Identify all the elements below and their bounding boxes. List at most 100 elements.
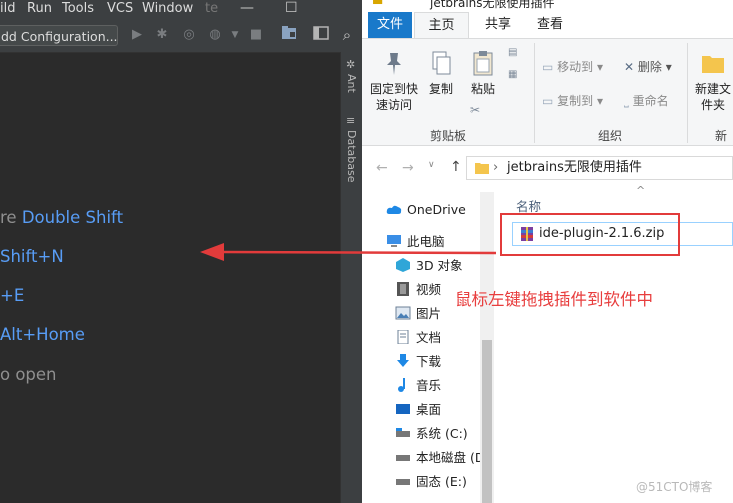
coverage-icon[interactable]: ◎ <box>180 26 198 44</box>
recent-locations-chevron-icon[interactable]: ∨ <box>428 160 435 170</box>
tool-tab-database[interactable]: Database <box>345 130 358 183</box>
navigation-pane: OneDrive 此电脑 3D 对象 视频 图片 文档 下载 音乐 桌面 系统 … <box>362 192 484 503</box>
menu-tools[interactable]: Tools <box>62 0 94 17</box>
drive-icon <box>396 428 410 437</box>
highlight-box <box>500 213 680 256</box>
hint-go-to-file: Shift+N <box>0 247 64 266</box>
move-icon: ▭ <box>542 60 554 74</box>
cloud-icon <box>386 205 402 214</box>
chevron-down-icon[interactable]: ▼ <box>226 26 244 44</box>
nav-onedrive[interactable]: OneDrive <box>386 200 466 220</box>
shortcut-key: Alt+Home <box>0 325 85 344</box>
ant-icon: ✲ <box>346 58 356 71</box>
new-folder-icon <box>702 56 724 73</box>
sort-chevron-icon: ^ <box>636 184 646 197</box>
nav-drive-c[interactable]: 系统 (C:) <box>395 424 468 444</box>
delete-button[interactable]: ✕ 删除 ▾ <box>624 59 672 75</box>
database-icon: ≡ <box>346 114 356 127</box>
shortcut-key: Shift+N <box>0 247 64 266</box>
nav-this-pc[interactable]: 此电脑 <box>386 232 445 252</box>
nav-desktop[interactable]: 桌面 <box>395 400 441 420</box>
breadcrumb-current[interactable]: jetbrains无限使用插件 <box>507 157 642 179</box>
nav-documents[interactable]: 文档 <box>395 328 441 348</box>
move-to-label: 移动到 <box>557 60 594 74</box>
watermark: @51CTO博客 <box>636 480 713 494</box>
welcome-hints: re Double Shift Shift+N +E Alt+Home o op… <box>0 52 340 503</box>
debug-icon[interactable]: ✱ <box>153 26 171 44</box>
rename-button[interactable]: ⎵ 重命名 <box>624 93 669 109</box>
shortcut-key: Double Shift <box>21 208 124 227</box>
nav-label: 文档 <box>416 330 442 345</box>
copy-icon <box>432 51 451 75</box>
stop-icon[interactable]: ■ <box>247 26 265 44</box>
copy-to-button[interactable]: ▭ 复制到 ▾ <box>542 93 603 109</box>
document-icon <box>397 330 409 344</box>
ribbon-separator <box>687 43 688 143</box>
ribbon-tabs: 文件 主页 共享 查看 <box>362 12 733 38</box>
folder-icon <box>475 163 489 174</box>
scrollbar-thumb[interactable] <box>482 340 492 503</box>
nav-music[interactable]: 音乐 <box>395 376 441 396</box>
tool-tab-ant[interactable]: Ant <box>345 74 358 93</box>
nav-label: 桌面 <box>416 402 442 417</box>
nav-label: 本地磁盘 (D <box>416 450 485 465</box>
cut-icon[interactable]: ✂ <box>470 103 480 117</box>
menu-vcs[interactable]: VCS <box>107 0 133 17</box>
window-title: jetbrains无限使用插件 <box>430 0 555 10</box>
shortcut-key: +E <box>0 286 25 305</box>
run-icon[interactable]: ▶ <box>128 26 146 44</box>
ide-toolbar: dd Configuration... ▶ ✱ ◎ ◍ ▼ ■ ⌕ <box>0 20 362 53</box>
nav-videos[interactable]: 视频 <box>395 280 441 300</box>
pin-quick-access-button[interactable]: 固定到快速访问 <box>368 49 420 113</box>
nav-downloads[interactable]: 下载 <box>395 352 441 372</box>
nav-3d-objects[interactable]: 3D 对象 <box>395 256 463 276</box>
menu-window[interactable]: Window <box>142 0 193 17</box>
menu-build[interactable]: ild <box>0 0 15 17</box>
music-note-icon <box>398 378 405 392</box>
drive-icon <box>396 455 410 461</box>
new-folder-button[interactable]: 新建文件夹 <box>693 49 733 113</box>
delete-icon: ✕ <box>624 60 635 74</box>
hint-drop-files: o open <box>0 365 57 384</box>
ide-right-tool-strip: ✲ Ant ≡ Database <box>340 52 362 503</box>
menu-run[interactable]: Run <box>27 0 52 17</box>
rename-label: 重命名 <box>632 94 669 108</box>
tab-file[interactable]: 文件 <box>368 12 412 38</box>
desktop-icon <box>396 404 410 414</box>
nav-pictures[interactable]: 图片 <box>395 304 441 324</box>
move-to-button[interactable]: ▭ 移动到 ▾ <box>542 59 603 75</box>
copy-path-icon[interactable]: ▤ <box>508 47 517 58</box>
back-arrow-icon[interactable]: ← <box>376 160 388 176</box>
nav-drive-d[interactable]: 本地磁盘 (D <box>395 448 484 468</box>
paste-button[interactable]: 粘贴 <box>466 49 500 97</box>
project-title: te <box>205 1 219 16</box>
pin-icon <box>387 53 401 75</box>
nav-drive-e[interactable]: 固态 (E:) <box>395 472 467 492</box>
nav-label: 此电脑 <box>407 234 445 249</box>
forward-arrow-icon[interactable]: → <box>402 160 414 176</box>
hint-recent-files: +E <box>0 286 24 305</box>
profile-icon[interactable]: ◍ <box>206 26 224 44</box>
ide-menu-bar: ild Run Tools VCS Window te — ☐ <box>0 0 362 20</box>
search-icon[interactable]: ⌕ <box>338 26 356 44</box>
new-folder-label: 新建文件夹 <box>694 82 731 112</box>
maximize-button[interactable]: ☐ <box>285 0 298 16</box>
add-configuration-button[interactable]: dd Configuration... <box>0 25 118 46</box>
up-arrow-icon[interactable]: ↑ <box>450 159 462 175</box>
layout-icon[interactable] <box>312 26 330 44</box>
nav-label: OneDrive <box>407 202 466 217</box>
rename-icon: ⎵ <box>624 94 629 108</box>
ide-window: ild Run Tools VCS Window te — ☐ dd Confi… <box>0 0 362 503</box>
project-structure-icon[interactable] <box>280 26 298 44</box>
minimize-button[interactable]: — <box>240 0 254 16</box>
group-label-organize: 组织 <box>598 129 623 143</box>
navigation-scrollbar[interactable] <box>480 192 494 503</box>
address-input[interactable]: › jetbrains无限使用插件 <box>466 156 733 180</box>
tab-view[interactable]: 查看 <box>530 12 570 38</box>
tab-share[interactable]: 共享 <box>476 12 520 38</box>
pin-label: 固定到快速访问 <box>369 82 418 112</box>
hint-text: re <box>0 208 22 227</box>
paste-shortcut-icon[interactable]: ▦ <box>508 69 517 80</box>
tab-home[interactable]: 主页 <box>414 12 469 38</box>
copy-button[interactable]: 复制 <box>424 49 458 97</box>
